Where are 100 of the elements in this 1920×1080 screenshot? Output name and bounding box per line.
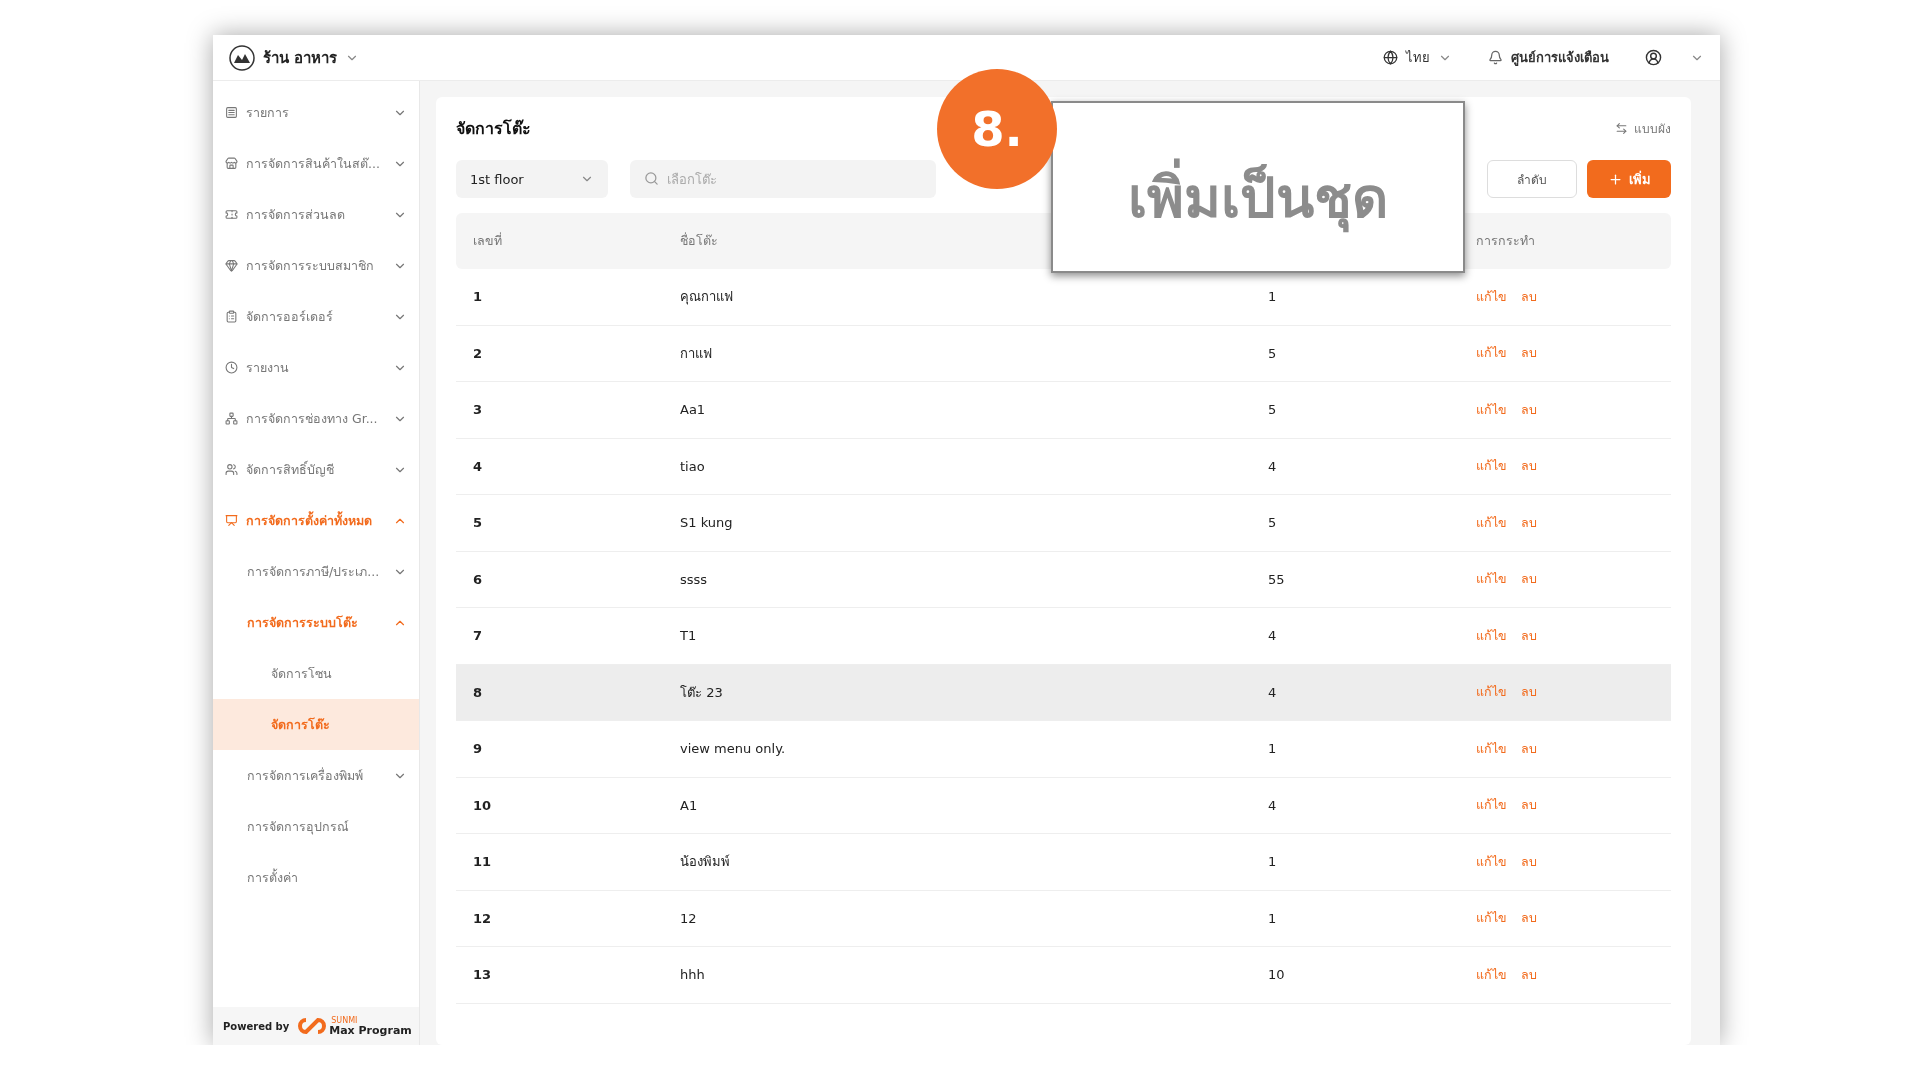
menu-item-icon <box>225 514 238 527</box>
layout-view-button[interactable]: แบบผัง <box>1615 118 1671 138</box>
delete-link[interactable]: ลบ <box>1521 682 1537 703</box>
notification-label: ศูนย์การแจ้งเตือน <box>1511 49 1609 68</box>
table-cell-text: T1 <box>680 628 698 644</box>
delete-link[interactable]: ลบ <box>1521 456 1537 477</box>
table-cell-text: 7 <box>473 628 484 644</box>
sidebar-item[interactable]: การจัดการอุปกรณ์ <box>213 801 419 852</box>
sidebar-item[interactable]: การจัดการภาษี/ประเภ... <box>213 546 419 597</box>
table-cell-text: 1 <box>1268 289 1278 305</box>
table-cell-text: 6 <box>473 571 484 587</box>
table-cell-text: 1 <box>473 289 484 305</box>
bell-icon <box>1488 50 1503 65</box>
menu-item-icon <box>225 208 238 221</box>
edit-link[interactable]: แก้ไข <box>1476 795 1507 816</box>
store-logo-icon <box>229 44 255 71</box>
table-cell-text: กาแฟ <box>680 344 713 363</box>
table-cell-text: 8 <box>473 684 484 700</box>
sidebar-item[interactable]: รายการ <box>213 87 419 138</box>
table-cell-text: view menu only. <box>680 741 787 757</box>
sidebar-item[interactable]: การจัดการระบบโต๊ะ <box>213 597 419 648</box>
menu-item-icon <box>225 463 238 476</box>
table-cell-text: โต๊ะ 23 <box>680 683 724 702</box>
table-cell-text: 5 <box>1268 515 1278 531</box>
table-cell-text: 9 <box>473 741 484 757</box>
table-cell-text: S1 kung <box>680 515 734 531</box>
sidebar-item[interactable]: การจัดการช่องทาง Gr... <box>213 393 419 444</box>
sidebar-item[interactable]: การจัดการเครื่องพิมพ์ <box>213 750 419 801</box>
edit-link[interactable]: แก้ไข <box>1476 569 1507 590</box>
sidebar-item[interactable]: การตั้งค่า <box>213 852 419 903</box>
table-cell-text: 4 <box>1268 797 1278 813</box>
sidebar-item[interactable]: การจัดการสินค้าในสต๊... <box>213 138 419 189</box>
sidebar-item[interactable]: การจัดการตั้งค่าทั้งหมด <box>213 495 419 546</box>
search-field[interactable]: เลือกโต๊ะ <box>630 160 936 198</box>
sidebar-item[interactable]: จัดการโต๊ะ <box>213 699 419 750</box>
delete-link[interactable]: ลบ <box>1521 286 1537 307</box>
sidebar-item[interactable]: การจัดการระบบสมาชิก <box>213 240 419 291</box>
edit-link[interactable]: แก้ไข <box>1476 512 1507 533</box>
edit-link[interactable]: แก้ไข <box>1476 286 1507 307</box>
menu-item-icon <box>225 310 238 323</box>
table-cell-text: 13 <box>473 967 493 983</box>
edit-link[interactable]: แก้ไข <box>1476 399 1507 420</box>
user-icon[interactable] <box>1645 49 1662 66</box>
sidebar-item[interactable]: การจัดการส่วนลด <box>213 189 419 240</box>
powered-by-text: Powered by <box>223 1020 290 1032</box>
callout-text: เพิ่มเป็นชุด <box>1128 152 1388 242</box>
column-header: ชื่อโต๊ะ <box>680 231 719 250</box>
edit-link[interactable]: แก้ไข <box>1476 964 1507 985</box>
brand-name: Max Program <box>329 1024 412 1036</box>
table-cell-text: tiao <box>680 458 706 474</box>
table-cell-text: 1 <box>1268 854 1278 870</box>
edit-link[interactable]: แก้ไข <box>1476 908 1507 929</box>
edit-link[interactable]: แก้ไข <box>1476 738 1507 759</box>
menu-item-icon <box>225 157 238 170</box>
table-cell-text: 12 <box>680 910 698 926</box>
globe-icon <box>1383 50 1398 65</box>
floor-dropdown[interactable]: 1st floor <box>456 160 608 198</box>
delete-link[interactable]: ลบ <box>1521 738 1537 759</box>
menu-item-icon <box>225 259 238 272</box>
edit-link[interactable]: แก้ไข <box>1476 851 1507 872</box>
table-cell-text: 55 <box>1268 571 1286 587</box>
table-cell-text: 5 <box>1268 345 1278 361</box>
sidebar-item[interactable]: รายงาน <box>213 342 419 393</box>
delete-link[interactable]: ลบ <box>1521 795 1537 816</box>
delete-link[interactable]: ลบ <box>1521 964 1537 985</box>
sort-button[interactable]: ลำดับ <box>1487 160 1577 198</box>
language-label: ไทย <box>1406 49 1430 67</box>
table-cell-text: Aa1 <box>680 402 707 418</box>
add-button[interactable]: เพิ่ม <box>1587 160 1671 198</box>
delete-link[interactable]: ลบ <box>1521 851 1537 872</box>
brand-caption: SUNMI <box>330 1016 359 1025</box>
language-selector[interactable]: ไทย <box>1383 47 1452 68</box>
edit-link[interactable]: แก้ไข <box>1476 682 1507 703</box>
sidebar-item[interactable]: จัดการออร์เดอร์ <box>213 291 419 342</box>
page-title: จัดการโต๊ะ <box>456 117 531 140</box>
table-cell-text: 4 <box>1268 458 1278 474</box>
sidebar-item[interactable]: จัดการสิทธิ์บัญชี <box>213 444 419 495</box>
table-cell-text: A1 <box>680 797 699 813</box>
sidebar-item[interactable]: จัดการโซน <box>213 648 419 699</box>
delete-link[interactable]: ลบ <box>1521 908 1537 929</box>
delete-link[interactable]: ลบ <box>1521 343 1537 364</box>
edit-link[interactable]: แก้ไข <box>1476 343 1507 364</box>
table-cell-text: hhh <box>680 967 706 983</box>
edit-link[interactable]: แก้ไข <box>1476 625 1507 646</box>
plus-icon <box>1607 171 1623 187</box>
table-cell-text: 3 <box>473 402 484 418</box>
swap-icon <box>1615 121 1628 135</box>
table-cell-text: น้องพิมพ์ <box>680 853 731 872</box>
table-cell-text: 4 <box>473 458 484 474</box>
delete-link[interactable]: ลบ <box>1521 512 1537 533</box>
delete-link[interactable]: ลบ <box>1521 569 1537 590</box>
table-cell-text: 1 <box>1268 910 1278 926</box>
column-header: การกระทำ <box>1476 232 1536 250</box>
table-cell-text: คุณกาแฟ <box>680 288 734 307</box>
edit-link[interactable]: แก้ไข <box>1476 456 1507 477</box>
notification-center[interactable]: ศูนย์การแจ้งเตือน <box>1488 47 1609 68</box>
store-name[interactable]: ร้าน อาหาร <box>263 45 338 70</box>
delete-link[interactable]: ลบ <box>1521 399 1537 420</box>
menu-item-icon <box>225 361 238 374</box>
delete-link[interactable]: ลบ <box>1521 625 1537 646</box>
